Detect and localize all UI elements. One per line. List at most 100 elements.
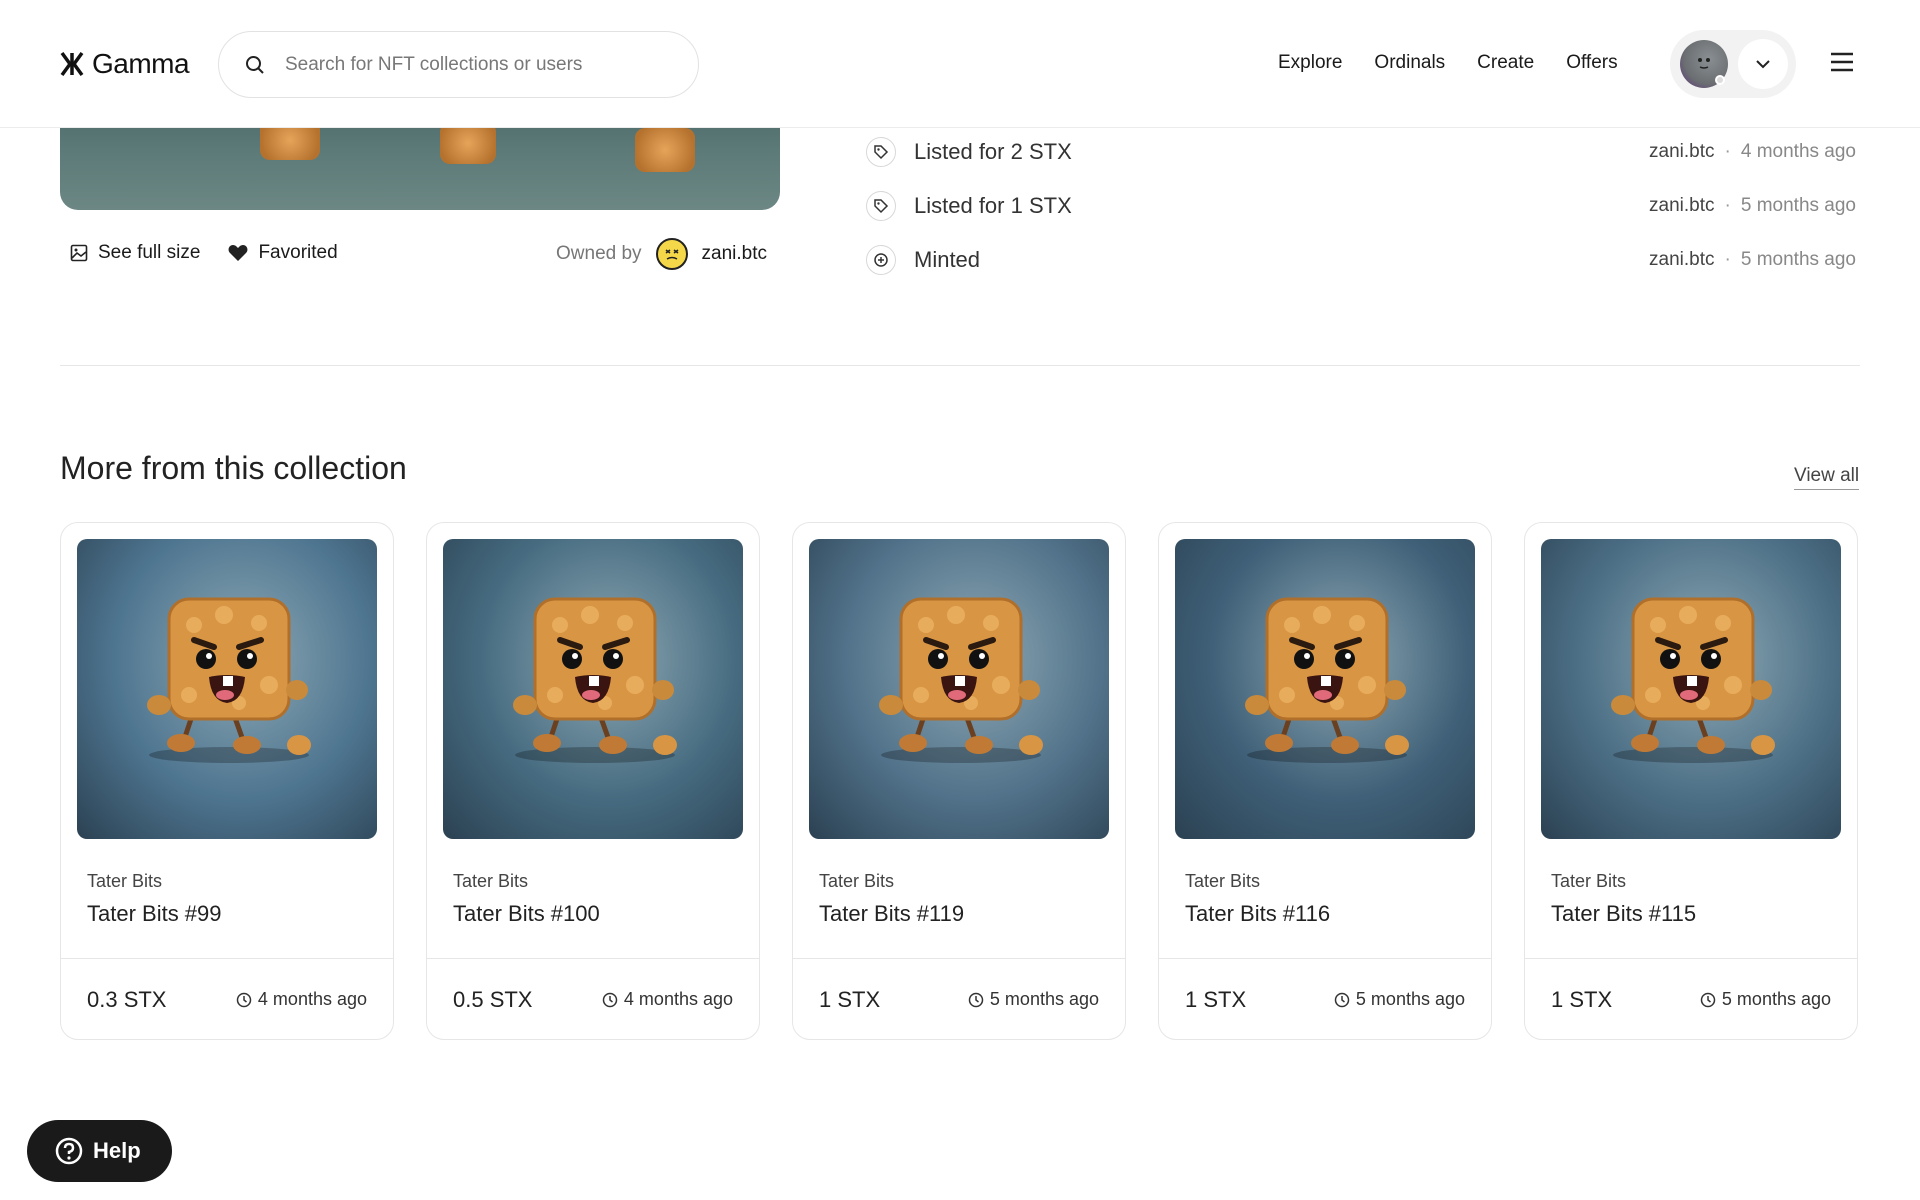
main-nav: Explore Ordinals Create Offers	[1278, 52, 1618, 74]
tater-bits-artwork	[513, 597, 677, 763]
card-collection-name[interactable]: Tater Bits	[453, 871, 528, 892]
section-divider	[60, 365, 1860, 366]
tater-bits-artwork	[1611, 597, 1775, 763]
card-item-name[interactable]: Tater Bits #100	[453, 901, 600, 927]
tater-bits-artwork	[879, 597, 1043, 763]
heart-icon	[229, 245, 248, 261]
nft-card-image[interactable]	[77, 539, 377, 839]
card-time: 5 months ago	[968, 989, 1099, 1010]
card-collection-name[interactable]: Tater Bits	[1185, 871, 1260, 892]
image-icon	[70, 244, 88, 262]
card-item-name[interactable]: Tater Bits #119	[819, 901, 964, 927]
card-time: 5 months ago	[1700, 989, 1831, 1010]
card-footer: 1 STX 5 months ago	[1525, 958, 1857, 1039]
clock-icon	[1334, 992, 1350, 1007]
search-input[interactable]	[285, 53, 665, 76]
search-bar[interactable]	[218, 31, 699, 98]
nav-explore[interactable]: Explore	[1278, 52, 1342, 74]
help-label: Help	[93, 1138, 141, 1163]
activity-meta: zani.btc · 4 months ago	[1649, 141, 1856, 163]
clock-icon	[602, 992, 618, 1007]
card-item-name[interactable]: Tater Bits #115	[1551, 901, 1696, 927]
card-time-label: 4 months ago	[623, 989, 733, 1009]
collection-cards: Tater Bits Tater Bits #99 0.3 STX 4 months …	[60, 522, 1858, 1040]
see-full-size-label: See full size	[98, 242, 201, 263]
clock-icon	[236, 992, 252, 1007]
nft-card-image[interactable]	[1541, 539, 1841, 839]
brand-name: Gamma	[92, 48, 190, 79]
hamburger-menu-button[interactable]	[1830, 52, 1864, 76]
user-menu-toggle[interactable]	[1738, 39, 1788, 89]
owner-avatar[interactable]	[655, 238, 688, 270]
card-time: 4 months ago	[602, 989, 733, 1010]
menu-icon	[1831, 52, 1853, 72]
card-price: 1 STX	[1185, 987, 1247, 1012]
card-time: 5 months ago	[1334, 989, 1465, 1010]
card-collection-name[interactable]: Tater Bits	[87, 871, 162, 892]
card-footer: 1 STX 5 months ago	[793, 958, 1125, 1039]
clock-icon	[968, 992, 984, 1007]
card-price: 0.3 STX	[87, 987, 167, 1012]
nft-card[interactable]: Tater Bits Tater Bits #119 1 STX 5 months a…	[792, 522, 1126, 1040]
question-circle-icon	[55, 1137, 83, 1165]
user-menu[interactable]	[1670, 30, 1796, 98]
section-title: More from this collection	[60, 450, 407, 486]
activity-row: Listed for 2 STX zani.btc · 4 months ago	[866, 125, 1856, 179]
nft-card-image[interactable]	[809, 539, 1109, 839]
separator-dot: ·	[1724, 195, 1731, 216]
see-full-size-button[interactable]: See full size	[70, 242, 200, 264]
activity-user[interactable]: zani.btc	[1649, 141, 1714, 163]
activity-title: Listed for 1 STX	[914, 193, 1072, 218]
activity-meta: zani.btc · 5 months ago	[1649, 195, 1856, 217]
tater-bits-artwork	[147, 597, 311, 763]
card-price: 1 STX	[1551, 987, 1613, 1012]
clock-icon	[1700, 992, 1716, 1007]
avatar[interactable]	[1680, 40, 1728, 88]
owner-name[interactable]: zani.btc	[702, 243, 767, 265]
nft-card[interactable]: Tater Bits Tater Bits #115 1 STX 5 months a…	[1524, 522, 1858, 1040]
nft-card[interactable]: Tater Bits Tater Bits #100 0.5 STX 4 months…	[426, 522, 760, 1040]
help-button[interactable]: Help	[27, 1120, 172, 1182]
top-header: Gamma Explore Ordinals Create Offers	[0, 0, 1920, 128]
activity-user[interactable]: zani.btc	[1649, 249, 1714, 271]
card-footer: 0.5 STX 4 months ago	[427, 958, 759, 1039]
nav-offers[interactable]: Offers	[1566, 52, 1617, 74]
activity-user[interactable]: zani.btc	[1649, 195, 1714, 217]
nav-create[interactable]: Create	[1477, 52, 1534, 74]
page: See full size Favorited Owned by zani.bt…	[0, 0, 1920, 1200]
card-time-label: 4 months ago	[257, 989, 367, 1009]
chevron-down-icon	[1756, 60, 1770, 69]
activity-time: 4 months ago	[1740, 141, 1856, 162]
card-item-name[interactable]: Tater Bits #116	[1185, 901, 1330, 927]
activity-list: Listed for 2 STX zani.btc · 4 months ago…	[866, 125, 1856, 287]
activity-time: 5 months ago	[1740, 249, 1856, 270]
separator-dot: ·	[1724, 249, 1731, 270]
favorited-label: Favorited	[258, 242, 338, 263]
nft-card[interactable]: Tater Bits Tater Bits #99 0.3 STX 4 months …	[60, 522, 394, 1040]
card-item-name[interactable]: Tater Bits #99	[87, 901, 222, 927]
card-time: 4 months ago	[236, 989, 367, 1010]
card-price: 1 STX	[819, 987, 881, 1012]
card-price: 0.5 STX	[453, 987, 533, 1012]
card-time-label: 5 months ago	[1721, 989, 1831, 1009]
card-collection-name[interactable]: Tater Bits	[819, 871, 894, 892]
card-footer: 0.3 STX 4 months ago	[61, 958, 393, 1039]
brand-logo[interactable]: Gamma	[60, 48, 190, 80]
favorite-button[interactable]: Favorited	[228, 242, 338, 264]
tater-bits-artwork	[1245, 597, 1409, 763]
tag-icon	[866, 137, 896, 167]
activity-title: Listed for 2 STX	[914, 139, 1072, 164]
activity-meta: zani.btc · 5 months ago	[1649, 249, 1856, 271]
activity-time: 5 months ago	[1740, 195, 1856, 216]
nft-card-image[interactable]	[1175, 539, 1475, 839]
nft-card-image[interactable]	[443, 539, 743, 839]
nav-ordinals[interactable]: Ordinals	[1374, 52, 1445, 74]
view-all-link[interactable]: View all	[1794, 465, 1860, 490]
card-footer: 1 STX 5 months ago	[1159, 958, 1491, 1039]
nft-card[interactable]: Tater Bits Tater Bits #116 1 STX 5 months a…	[1158, 522, 1492, 1040]
tag-icon	[866, 191, 896, 221]
card-collection-name[interactable]: Tater Bits	[1551, 871, 1626, 892]
activity-row: Listed for 1 STX zani.btc · 5 months ago	[866, 179, 1856, 233]
owned-by: Owned by zani.btc	[556, 238, 767, 270]
activity-row: Minted zani.btc · 5 months ago	[866, 233, 1856, 287]
